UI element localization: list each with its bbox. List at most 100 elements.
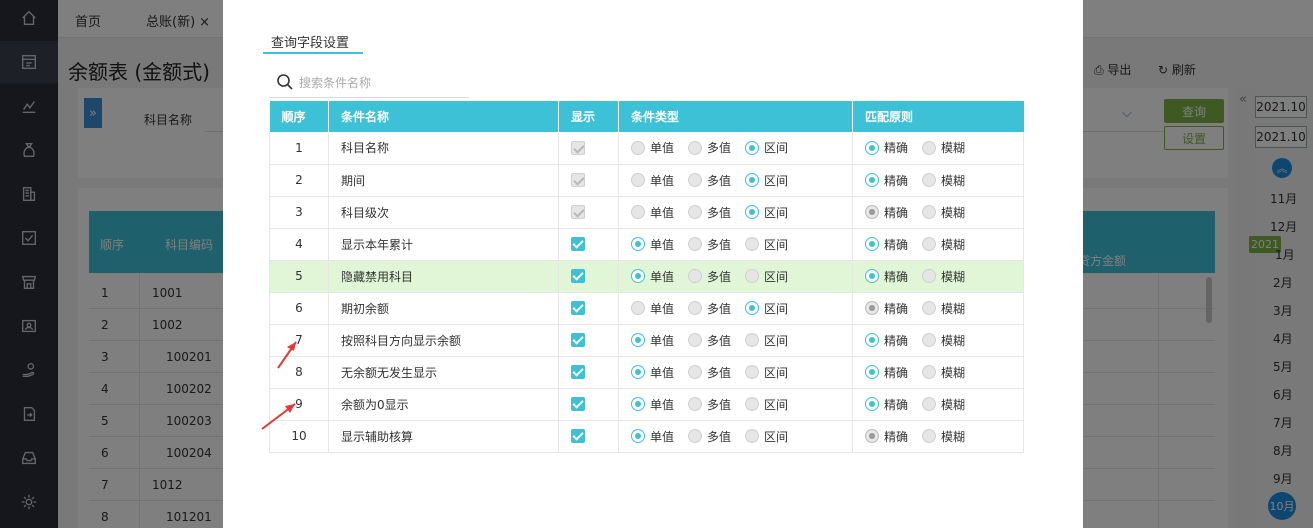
type-radio-option[interactable]: 多值: [688, 204, 731, 221]
radio-dot-icon[interactable]: [631, 237, 645, 251]
type-radio-option[interactable]: 多值: [688, 300, 731, 317]
table-row[interactable]: 1 科目名称 单值 多值 区间 精确 模糊: [269, 132, 1024, 165]
radio-dot-icon[interactable]: [745, 173, 760, 187]
radio-dot-icon[interactable]: [865, 237, 879, 251]
match-radio-option[interactable]: 精确: [865, 332, 908, 349]
radio-dot-icon[interactable]: [688, 173, 703, 187]
radio-dot-icon[interactable]: [922, 397, 937, 411]
match-radio-option[interactable]: 模糊: [922, 268, 965, 285]
match-radio-option[interactable]: 精确: [865, 172, 908, 189]
table-row[interactable]: 3 科目级次 单值 多值 区间 精确 模糊: [269, 196, 1024, 229]
match-radio-option[interactable]: 模糊: [922, 396, 965, 413]
table-row[interactable]: 4 显示本年累计 单值 多值 区间 精确 模糊: [269, 228, 1024, 261]
radio-dot-icon[interactable]: [745, 429, 760, 443]
match-radio-option[interactable]: 精确: [865, 236, 908, 253]
type-radio-option[interactable]: 单值: [631, 428, 674, 445]
radio-dot-icon[interactable]: [631, 365, 645, 379]
radio-dot-icon[interactable]: [688, 397, 703, 411]
type-radio-option[interactable]: 区间: [745, 428, 788, 445]
radio-dot-icon[interactable]: [688, 140, 703, 155]
radio-dot-icon[interactable]: [688, 301, 703, 315]
radio-dot-icon[interactable]: [922, 269, 937, 283]
show-checkbox[interactable]: [571, 237, 585, 252]
radio-dot-icon[interactable]: [688, 237, 703, 251]
show-checkbox[interactable]: [571, 397, 585, 412]
radio-dot-icon[interactable]: [688, 269, 703, 283]
match-radio-option[interactable]: 模糊: [922, 172, 965, 189]
type-radio-option[interactable]: 区间: [745, 300, 788, 317]
match-radio-option[interactable]: 模糊: [922, 332, 965, 349]
match-radio-option[interactable]: 精确: [865, 364, 908, 381]
table-row[interactable]: 8 无余额无发生显示 单值 多值 区间 精确 模糊: [269, 356, 1024, 389]
table-row[interactable]: 9 余额为0显示 单值 多值 区间 精确 模糊: [269, 388, 1024, 421]
radio-dot-icon[interactable]: [688, 205, 703, 219]
radio-dot-icon[interactable]: [631, 301, 645, 315]
radio-dot-icon[interactable]: [922, 140, 937, 155]
type-radio-option[interactable]: 多值: [688, 428, 731, 445]
radio-dot-icon[interactable]: [865, 140, 879, 155]
radio-dot-icon[interactable]: [745, 397, 760, 411]
radio-dot-icon[interactable]: [865, 333, 879, 347]
radio-dot-icon[interactable]: [922, 173, 937, 187]
type-radio-option[interactable]: 单值: [631, 396, 674, 413]
type-radio-option[interactable]: 区间: [745, 396, 788, 413]
type-radio-option[interactable]: 多值: [688, 172, 731, 189]
match-radio-option[interactable]: 模糊: [922, 236, 965, 253]
radio-dot-icon[interactable]: [631, 205, 645, 219]
radio-dot-icon[interactable]: [745, 269, 760, 283]
radio-dot-icon[interactable]: [631, 140, 645, 155]
tab-query-field-settings[interactable]: 查询字段设置: [271, 32, 349, 51]
radio-dot-icon[interactable]: [865, 397, 879, 411]
radio-dot-icon[interactable]: [865, 365, 879, 379]
type-radio-option[interactable]: 单值: [631, 332, 674, 349]
radio-dot-icon[interactable]: [631, 333, 645, 347]
type-radio-option[interactable]: 区间: [745, 172, 788, 189]
type-radio-option[interactable]: 区间: [745, 268, 788, 285]
type-radio-option[interactable]: 单值: [631, 300, 674, 317]
type-radio-option[interactable]: 单值: [631, 268, 674, 285]
radio-dot-icon[interactable]: [865, 173, 879, 187]
show-checkbox[interactable]: [571, 429, 585, 444]
type-radio-option[interactable]: 单值: [631, 139, 674, 156]
type-radio-option[interactable]: 单值: [631, 236, 674, 253]
type-radio-option[interactable]: 单值: [631, 364, 674, 381]
type-radio-option[interactable]: 区间: [745, 364, 788, 381]
show-checkbox[interactable]: [571, 301, 585, 316]
type-radio-option[interactable]: 区间: [745, 204, 788, 221]
type-radio-option[interactable]: 单值: [631, 204, 674, 221]
radio-dot-icon[interactable]: [922, 365, 937, 379]
type-radio-option[interactable]: 单值: [631, 172, 674, 189]
radio-dot-icon[interactable]: [631, 397, 645, 411]
radio-dot-icon[interactable]: [922, 237, 937, 251]
table-row[interactable]: 2 期间 单值 多值 区间 精确 模糊: [269, 164, 1024, 197]
type-radio-option[interactable]: 多值: [688, 139, 731, 156]
show-checkbox[interactable]: [571, 365, 585, 380]
table-row[interactable]: 7 按照科目方向显示余额 单值 多值 区间 精确 模糊: [269, 324, 1024, 357]
table-row[interactable]: 10 显示辅助核算 单值 多值 区间 精确 模糊: [269, 420, 1024, 453]
search-input[interactable]: [299, 72, 465, 94]
radio-dot-icon[interactable]: [631, 269, 645, 283]
radio-dot-icon[interactable]: [745, 237, 760, 251]
type-radio-option[interactable]: 区间: [745, 236, 788, 253]
radio-dot-icon[interactable]: [631, 429, 645, 443]
radio-dot-icon[interactable]: [922, 333, 937, 347]
type-radio-option[interactable]: 多值: [688, 332, 731, 349]
table-row[interactable]: 5 隐藏禁用科目 单值 多值 区间 精确 模糊: [269, 260, 1024, 293]
radio-dot-icon[interactable]: [631, 173, 645, 187]
radio-dot-icon[interactable]: [865, 269, 879, 283]
match-radio-option[interactable]: 精确: [865, 268, 908, 285]
radio-dot-icon[interactable]: [745, 301, 760, 315]
type-radio-option[interactable]: 多值: [688, 396, 731, 413]
show-checkbox[interactable]: [571, 269, 585, 284]
match-radio-option[interactable]: 模糊: [922, 364, 965, 381]
radio-dot-icon[interactable]: [688, 365, 703, 379]
type-radio-option[interactable]: 多值: [688, 236, 731, 253]
type-radio-option[interactable]: 区间: [745, 332, 788, 349]
radio-dot-icon[interactable]: [745, 365, 760, 379]
show-checkbox[interactable]: [571, 333, 585, 348]
radio-dot-icon[interactable]: [745, 205, 760, 219]
type-radio-option[interactable]: 多值: [688, 364, 731, 381]
radio-dot-icon[interactable]: [745, 140, 760, 155]
table-row[interactable]: 6 期初余额 单值 多值 区间 精确 模糊: [269, 292, 1024, 325]
match-radio-option[interactable]: 模糊: [922, 139, 965, 156]
